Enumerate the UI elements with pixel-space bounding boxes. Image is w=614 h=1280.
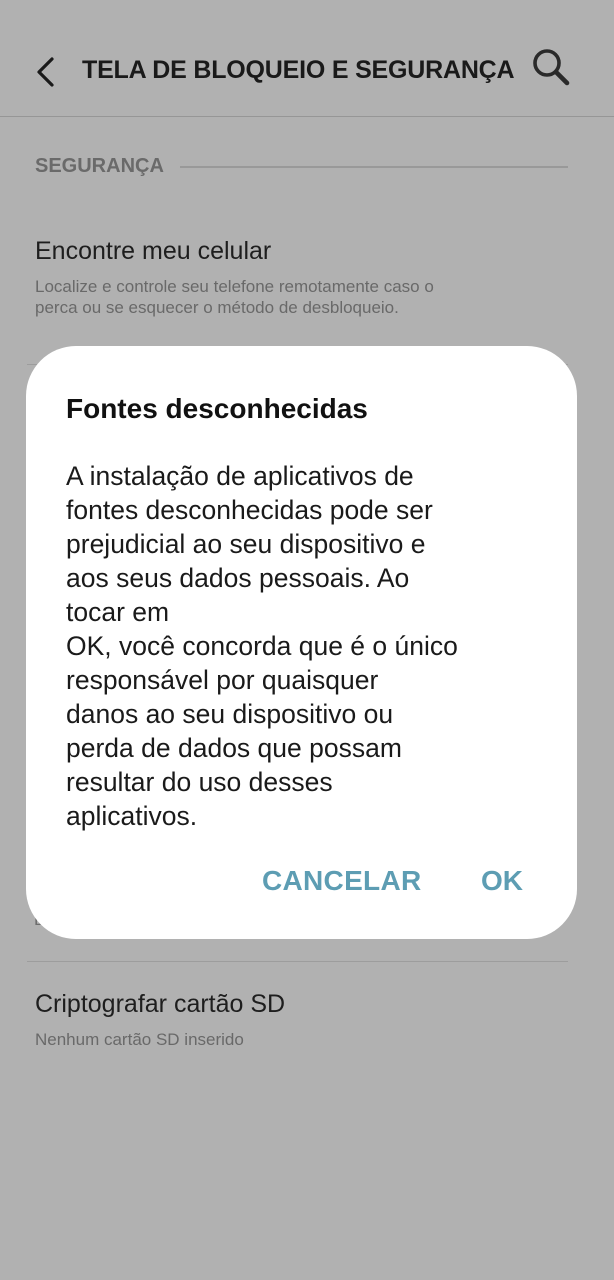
ok-button[interactable]: OK xyxy=(481,865,523,897)
section-divider xyxy=(180,166,568,168)
page-title: TELA DE BLOQUEIO E SEGURANÇA xyxy=(82,56,515,84)
cancel-button[interactable]: CANCELAR xyxy=(262,865,422,897)
search-button[interactable] xyxy=(528,44,574,90)
search-icon xyxy=(533,49,570,86)
find-my-mobile-subtitle: Localize e controle seu telefone remotam… xyxy=(35,277,434,317)
encrypt-sd-card-subtitle: Nenhum cartão SD inserido xyxy=(35,1030,244,1049)
unknown-sources-dialog: Fontes desconhecidas A instalação de apl… xyxy=(26,346,577,939)
list-divider xyxy=(27,961,568,962)
chevron-left-icon xyxy=(37,57,54,87)
encrypt-sd-card-title[interactable]: Criptografar cartão SD xyxy=(35,990,285,1019)
find-my-mobile-title[interactable]: Encontre meu celular xyxy=(35,237,271,266)
back-button[interactable] xyxy=(28,50,64,94)
section-header-seguranca: SEGURANÇA xyxy=(35,155,164,177)
dialog-title: Fontes desconhecidas xyxy=(66,393,368,424)
app-bar: TELA DE BLOQUEIO E SEGURANÇA xyxy=(0,0,614,117)
dialog-message: A instalação de aplicativos de fontes de… xyxy=(66,461,458,831)
